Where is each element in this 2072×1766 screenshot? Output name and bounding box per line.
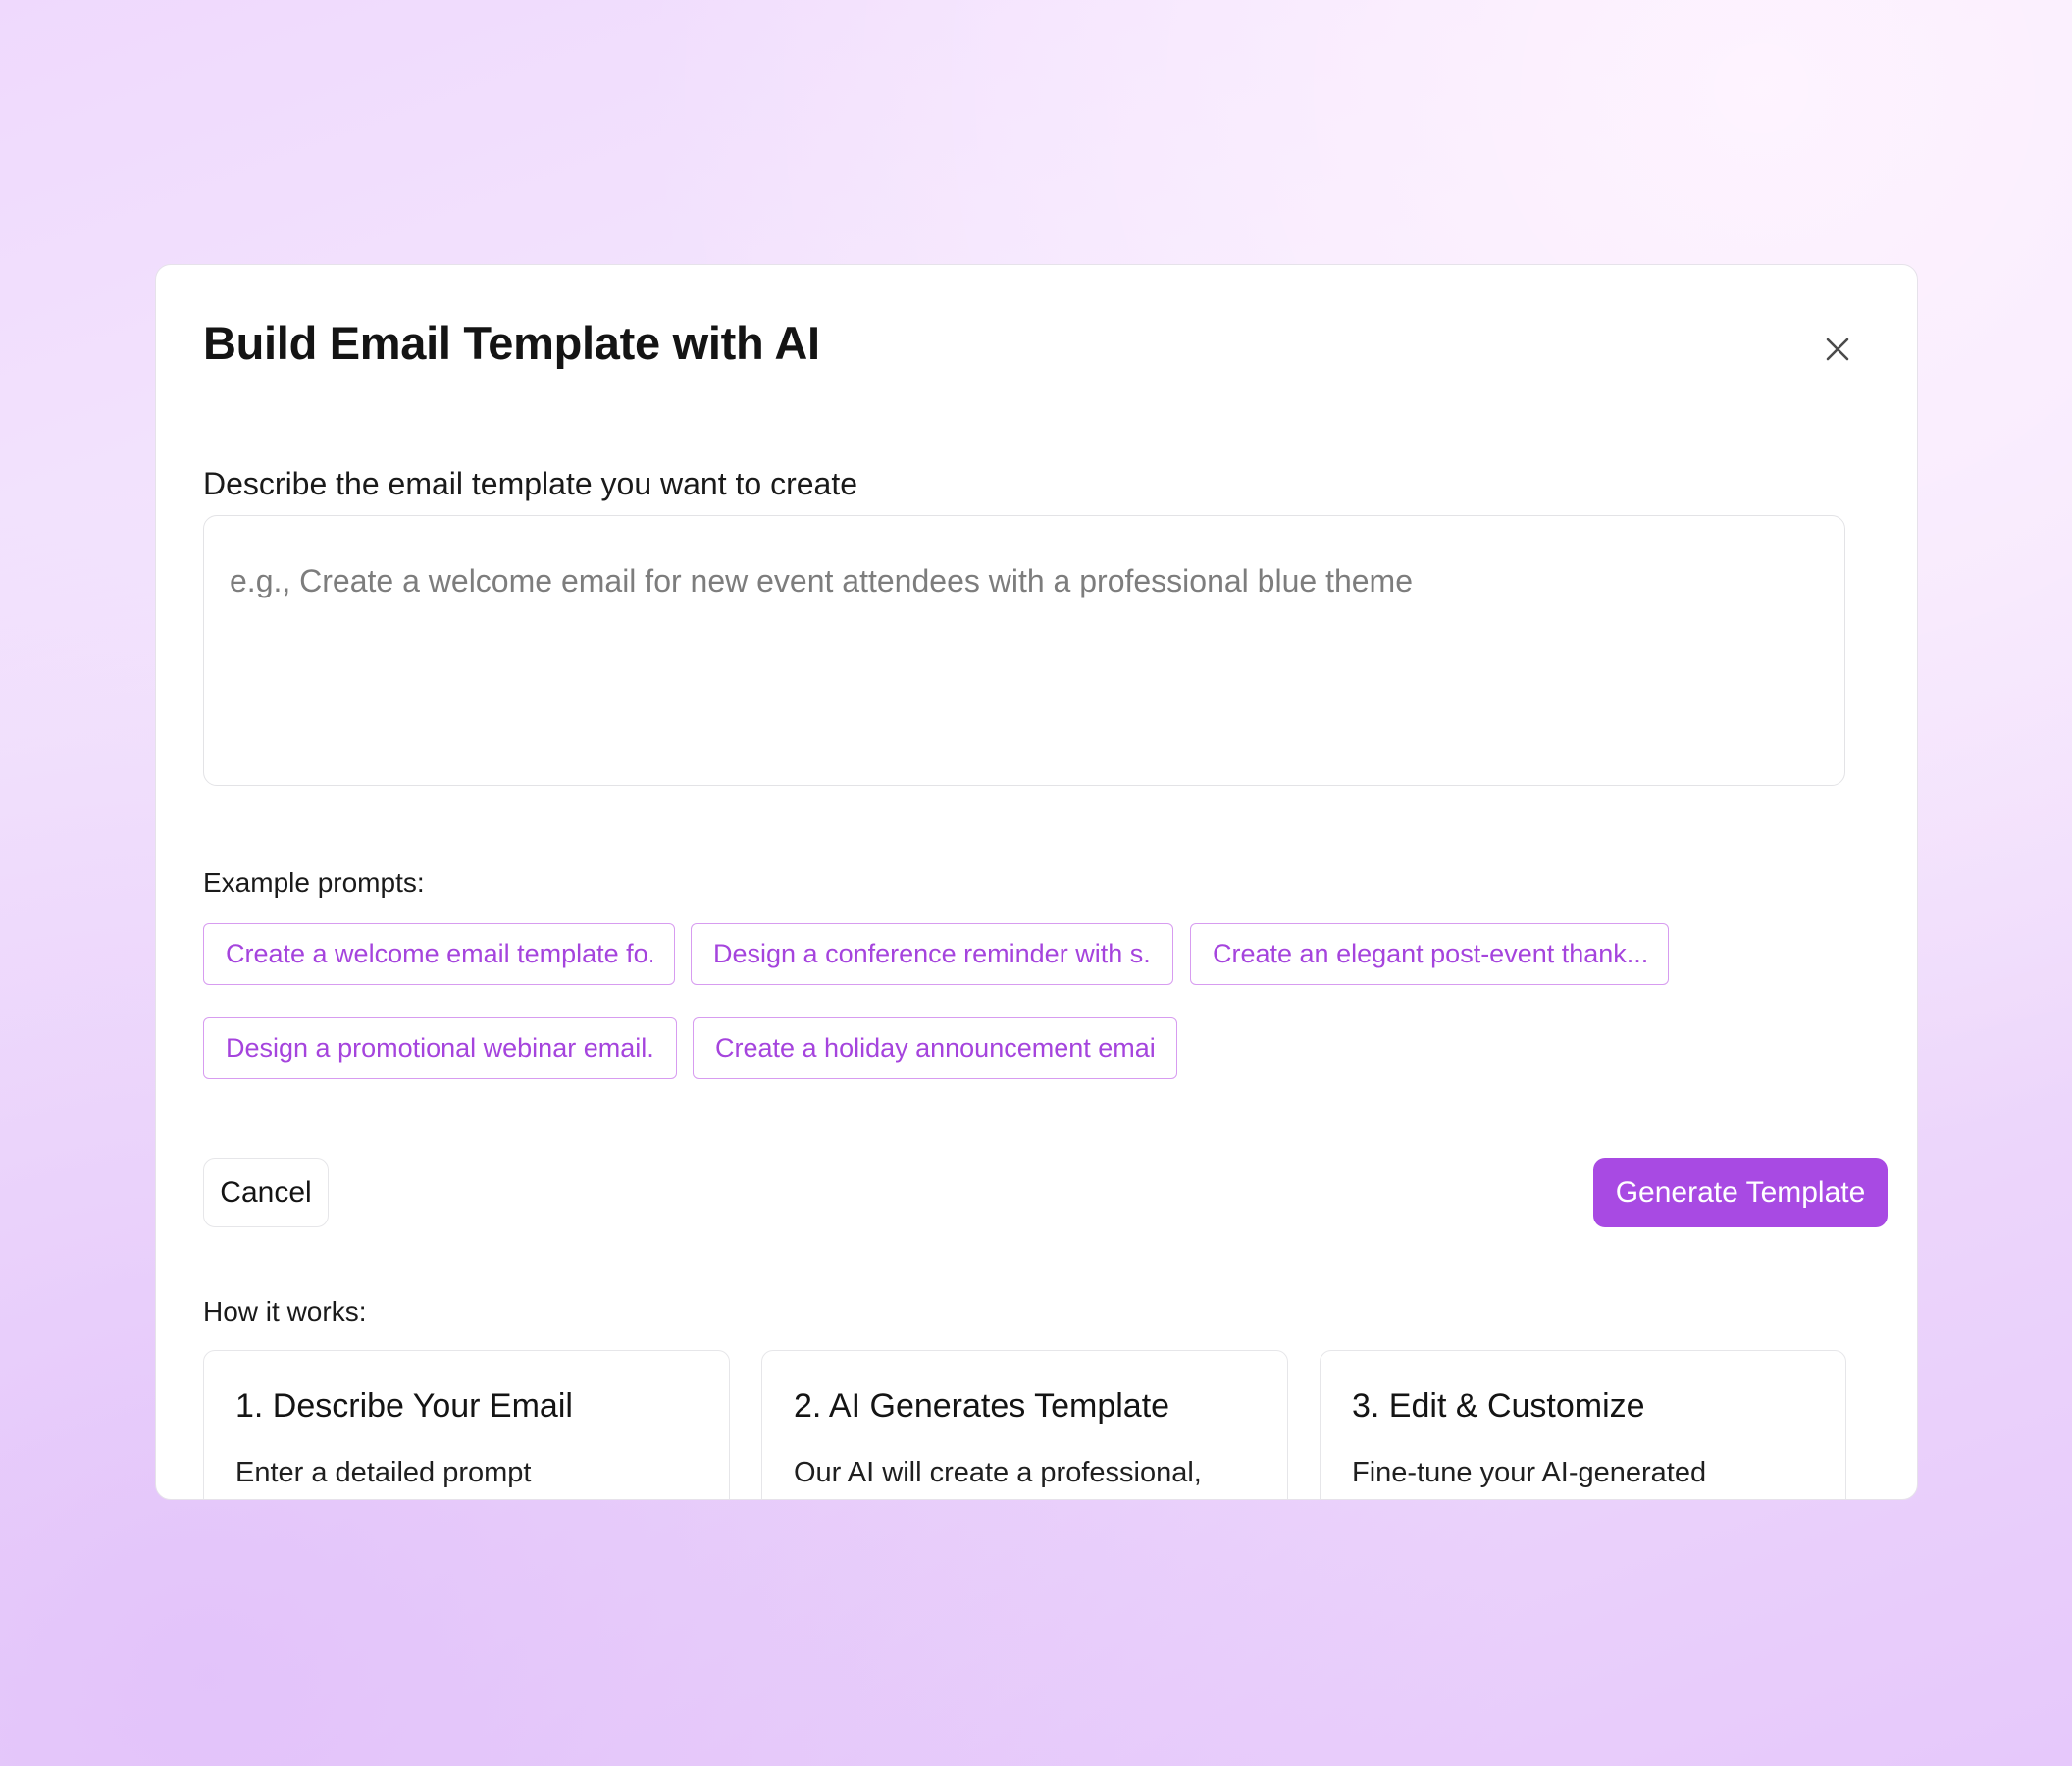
example-prompt-text: Create a welcome email template fo... [226,939,652,968]
cancel-button[interactable]: Cancel [203,1158,329,1227]
step-title: 2. AI Generates Template [794,1387,1170,1425]
ai-template-dialog: Build Email Template with AI Describe th… [155,264,1918,1500]
step-title: 3. Edit & Customize [1352,1387,1645,1425]
example-prompt-text: Design a conference reminder with s.... [713,939,1151,968]
example-prompt-chip[interactable]: Create a welcome email template fo... [203,923,675,985]
dialog-title: Build Email Template with AI [203,317,820,369]
example-prompts-label: Example prompts: [203,867,425,898]
example-prompt-chip[interactable]: Create an elegant post-event thank.... [1190,923,1669,985]
step-description: Our AI will create a professional, [794,1456,1202,1488]
example-prompt-chip[interactable]: Design a promotional webinar email... [203,1017,677,1079]
example-prompt-text: Create a holiday announcement email... [715,1033,1155,1063]
step-title: 1. Describe Your Email [235,1387,573,1425]
step-card-customize: 3. Edit & Customize Fine-tune your AI-ge… [1320,1350,1846,1499]
step-card-generate: 2. AI Generates Template Our AI will cre… [761,1350,1288,1499]
step-description: Fine-tune your AI-generated [1352,1456,1707,1488]
example-prompt-text: Design a promotional webinar email... [226,1033,654,1063]
generate-template-button[interactable]: Generate Template [1593,1158,1888,1227]
how-it-works-label: How it works: [203,1296,367,1326]
prompt-input[interactable] [203,515,1845,786]
example-prompt-chip[interactable]: Design a conference reminder with s.... [691,923,1173,985]
prompt-label: Describe the email template you want to … [203,466,857,501]
close-button[interactable] [1814,326,1861,373]
close-icon [1826,338,1849,361]
step-card-describe: 1. Describe Your Email Enter a detailed … [203,1350,730,1499]
example-prompt-chip[interactable]: Create a holiday announcement email... [693,1017,1177,1079]
example-prompt-text: Create an elegant post-event thank.... [1213,939,1646,968]
step-description: Enter a detailed prompt [235,1456,532,1488]
